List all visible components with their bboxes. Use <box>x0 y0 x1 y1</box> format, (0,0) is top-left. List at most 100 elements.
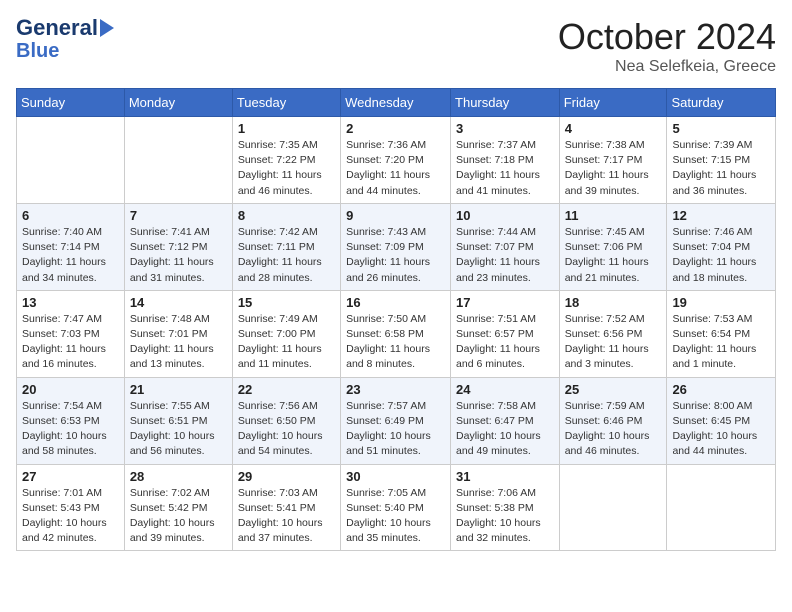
day-of-week-header: Thursday <box>451 89 560 117</box>
day-info: Sunrise: 7:01 AM Sunset: 5:43 PM Dayligh… <box>22 486 119 547</box>
day-info: Sunrise: 8:00 AM Sunset: 6:45 PM Dayligh… <box>672 399 770 460</box>
day-number: 14 <box>130 295 227 310</box>
calendar-day-cell: 15 Sunrise: 7:49 AM Sunset: 7:00 PM Dayli… <box>232 290 340 377</box>
calendar-week-row: 6 Sunrise: 7:40 AM Sunset: 7:14 PM Daylig… <box>17 203 776 290</box>
day-info: Sunrise: 7:45 AM Sunset: 7:06 PM Dayligh… <box>565 225 662 286</box>
calendar-day-cell: 3 Sunrise: 7:37 AM Sunset: 7:18 PM Daylig… <box>451 117 560 204</box>
day-info: Sunrise: 7:54 AM Sunset: 6:53 PM Dayligh… <box>22 399 119 460</box>
day-number: 3 <box>456 121 554 136</box>
day-info: Sunrise: 7:48 AM Sunset: 7:01 PM Dayligh… <box>130 312 227 373</box>
day-number: 5 <box>672 121 770 136</box>
day-number: 16 <box>346 295 445 310</box>
day-info: Sunrise: 7:40 AM Sunset: 7:14 PM Dayligh… <box>22 225 119 286</box>
day-number: 1 <box>238 121 335 136</box>
day-of-week-header: Tuesday <box>232 89 340 117</box>
day-info: Sunrise: 7:41 AM Sunset: 7:12 PM Dayligh… <box>130 225 227 286</box>
title-block: October 2024 Nea Selefkeia, Greece <box>558 16 776 76</box>
calendar-day-cell: 29Sunrise: 7:03 AM Sunset: 5:41 PM Dayli… <box>232 464 340 551</box>
day-info: Sunrise: 7:39 AM Sunset: 7:15 PM Dayligh… <box>672 138 770 199</box>
day-number: 24 <box>456 382 554 397</box>
calendar-day-cell: 16 Sunrise: 7:50 AM Sunset: 6:58 PM Dayli… <box>341 290 451 377</box>
day-of-week-header: Monday <box>124 89 232 117</box>
day-number: 29 <box>238 469 335 484</box>
logo-text-line2: Blue <box>16 40 59 62</box>
logo: General Blue <box>16 16 114 62</box>
day-info: Sunrise: 7:47 AM Sunset: 7:03 PM Dayligh… <box>22 312 119 373</box>
calendar-day-cell: 21 Sunrise: 7:55 AM Sunset: 6:51 PM Dayli… <box>124 377 232 464</box>
calendar-day-cell: 6 Sunrise: 7:40 AM Sunset: 7:14 PM Daylig… <box>17 203 125 290</box>
calendar-day-cell: 26 Sunrise: 8:00 AM Sunset: 6:45 PM Dayli… <box>667 377 776 464</box>
day-info: Sunrise: 7:42 AM Sunset: 7:11 PM Dayligh… <box>238 225 335 286</box>
calendar-day-cell: 17Sunrise: 7:51 AM Sunset: 6:57 PM Dayli… <box>451 290 560 377</box>
day-info: Sunrise: 7:50 AM Sunset: 6:58 PM Dayligh… <box>346 312 445 373</box>
day-number: 31 <box>456 469 554 484</box>
calendar-day-cell: 24 Sunrise: 7:58 AM Sunset: 6:47 PM Dayli… <box>451 377 560 464</box>
day-number: 19 <box>672 295 770 310</box>
day-number: 21 <box>130 382 227 397</box>
logo-arrow-icon <box>100 19 114 37</box>
calendar-day-cell: 5 Sunrise: 7:39 AM Sunset: 7:15 PM Daylig… <box>667 117 776 204</box>
calendar-day-cell: 25 Sunrise: 7:59 AM Sunset: 6:46 PM Dayli… <box>559 377 667 464</box>
day-number: 15 <box>238 295 335 310</box>
calendar-day-cell: 1 Sunrise: 7:35 AM Sunset: 7:22 PM Daylig… <box>232 117 340 204</box>
day-number: 22 <box>238 382 335 397</box>
calendar-day-cell: 8 Sunrise: 7:42 AM Sunset: 7:11 PM Daylig… <box>232 203 340 290</box>
calendar-day-cell: 13 Sunrise: 7:47 AM Sunset: 7:03 PM Dayli… <box>17 290 125 377</box>
calendar-day-cell: 20 Sunrise: 7:54 AM Sunset: 6:53 PM Dayli… <box>17 377 125 464</box>
calendar-day-cell: 14 Sunrise: 7:48 AM Sunset: 7:01 PM Dayli… <box>124 290 232 377</box>
calendar-header-row: SundayMondayTuesdayWednesdayThursdayFrid… <box>17 89 776 117</box>
calendar-day-cell: 18Sunrise: 7:52 AM Sunset: 6:56 PM Dayli… <box>559 290 667 377</box>
calendar-day-cell: 30 Sunrise: 7:05 AM Sunset: 5:40 PM Dayli… <box>341 464 451 551</box>
day-number: 27 <box>22 469 119 484</box>
day-number: 6 <box>22 208 119 223</box>
day-info: Sunrise: 7:37 AM Sunset: 7:18 PM Dayligh… <box>456 138 554 199</box>
day-number: 9 <box>346 208 445 223</box>
day-number: 30 <box>346 469 445 484</box>
day-number: 2 <box>346 121 445 136</box>
day-info: Sunrise: 7:46 AM Sunset: 7:04 PM Dayligh… <box>672 225 770 286</box>
day-info: Sunrise: 7:35 AM Sunset: 7:22 PM Dayligh… <box>238 138 335 199</box>
day-number: 23 <box>346 382 445 397</box>
day-number: 26 <box>672 382 770 397</box>
calendar-day-cell: 7 Sunrise: 7:41 AM Sunset: 7:12 PM Daylig… <box>124 203 232 290</box>
day-info: Sunrise: 7:06 AM Sunset: 5:38 PM Dayligh… <box>456 486 554 547</box>
day-info: Sunrise: 7:51 AM Sunset: 6:57 PM Dayligh… <box>456 312 554 373</box>
calendar-day-cell <box>559 464 667 551</box>
month-year-title: October 2024 <box>558 16 776 58</box>
day-number: 13 <box>22 295 119 310</box>
calendar-day-cell: 31 Sunrise: 7:06 AM Sunset: 5:38 PM Dayli… <box>451 464 560 551</box>
day-info: Sunrise: 7:05 AM Sunset: 5:40 PM Dayligh… <box>346 486 445 547</box>
day-number: 7 <box>130 208 227 223</box>
day-of-week-header: Wednesday <box>341 89 451 117</box>
day-info: Sunrise: 7:49 AM Sunset: 7:00 PM Dayligh… <box>238 312 335 373</box>
page-header: General Blue October 2024 Nea Selefkeia,… <box>16 16 776 76</box>
calendar-day-cell <box>667 464 776 551</box>
day-info: Sunrise: 7:59 AM Sunset: 6:46 PM Dayligh… <box>565 399 662 460</box>
day-info: Sunrise: 7:38 AM Sunset: 7:17 PM Dayligh… <box>565 138 662 199</box>
day-info: Sunrise: 7:44 AM Sunset: 7:07 PM Dayligh… <box>456 225 554 286</box>
calendar-day-cell: 19Sunrise: 7:53 AM Sunset: 6:54 PM Dayli… <box>667 290 776 377</box>
calendar-day-cell: 9 Sunrise: 7:43 AM Sunset: 7:09 PM Daylig… <box>341 203 451 290</box>
calendar-day-cell: 11Sunrise: 7:45 AM Sunset: 7:06 PM Dayli… <box>559 203 667 290</box>
day-number: 25 <box>565 382 662 397</box>
calendar-day-cell: 22 Sunrise: 7:56 AM Sunset: 6:50 PM Dayli… <box>232 377 340 464</box>
day-number: 12 <box>672 208 770 223</box>
day-of-week-header: Saturday <box>667 89 776 117</box>
calendar-day-cell: 4 Sunrise: 7:38 AM Sunset: 7:17 PM Daylig… <box>559 117 667 204</box>
day-info: Sunrise: 7:55 AM Sunset: 6:51 PM Dayligh… <box>130 399 227 460</box>
day-number: 28 <box>130 469 227 484</box>
calendar-day-cell: 27 Sunrise: 7:01 AM Sunset: 5:43 PM Dayli… <box>17 464 125 551</box>
day-info: Sunrise: 7:43 AM Sunset: 7:09 PM Dayligh… <box>346 225 445 286</box>
day-info: Sunrise: 7:58 AM Sunset: 6:47 PM Dayligh… <box>456 399 554 460</box>
day-number: 20 <box>22 382 119 397</box>
day-number: 8 <box>238 208 335 223</box>
calendar-day-cell: 12 Sunrise: 7:46 AM Sunset: 7:04 PM Dayli… <box>667 203 776 290</box>
day-info: Sunrise: 7:57 AM Sunset: 6:49 PM Dayligh… <box>346 399 445 460</box>
day-number: 10 <box>456 208 554 223</box>
day-info: Sunrise: 7:02 AM Sunset: 5:42 PM Dayligh… <box>130 486 227 547</box>
day-info: Sunrise: 7:52 AM Sunset: 6:56 PM Dayligh… <box>565 312 662 373</box>
day-number: 4 <box>565 121 662 136</box>
calendar-week-row: 27 Sunrise: 7:01 AM Sunset: 5:43 PM Dayli… <box>17 464 776 551</box>
day-info: Sunrise: 7:56 AM Sunset: 6:50 PM Dayligh… <box>238 399 335 460</box>
calendar-week-row: 1 Sunrise: 7:35 AM Sunset: 7:22 PM Daylig… <box>17 117 776 204</box>
